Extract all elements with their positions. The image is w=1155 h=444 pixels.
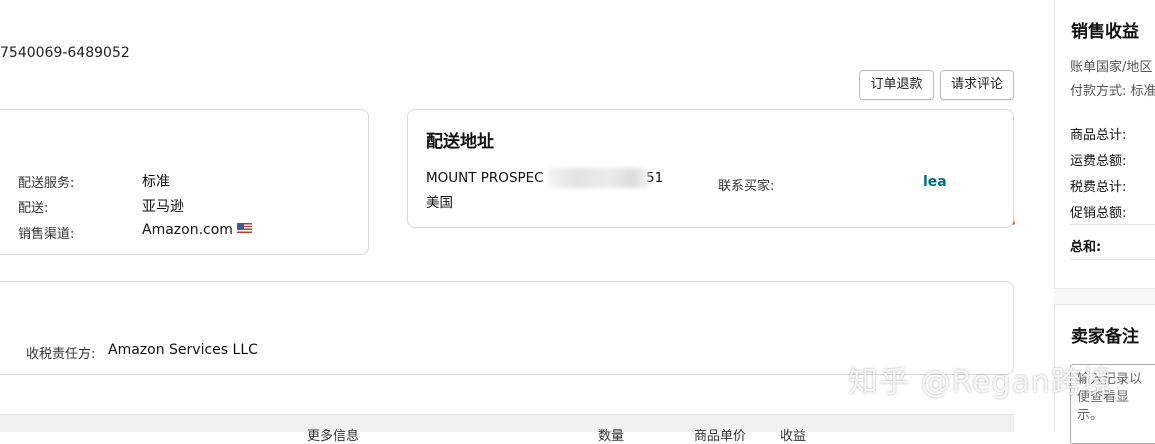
shipping-service-value: 标准 (142, 174, 170, 190)
sales-channel-text: Amazon.com (142, 222, 233, 238)
fulfillment-label: 配送: (18, 201, 49, 216)
col-more-info: 更多信息 (307, 429, 360, 444)
sales-channel-value: Amazon.com (142, 222, 252, 238)
divider (1070, 224, 1155, 225)
sales-channel-label: 销售渠道: (18, 227, 75, 242)
address-line-1-end: 51 (646, 170, 664, 186)
fulfillment-value: 亚马逊 (142, 199, 184, 215)
grand-total-label: 总和: (1070, 240, 1102, 255)
request-review-button[interactable]: 请求评论 (940, 70, 1014, 100)
watermark: 知乎 @Regan跨境 (848, 365, 1113, 400)
sales-proceeds-title: 销售收益 (1071, 22, 1139, 42)
payment-method: 付款方式: 标准 (1070, 84, 1155, 99)
address-country: 美国 (426, 195, 453, 211)
shipping-address-card: 配送地址 MOUNT PROSPEC 51 美国 联系买家: lea (407, 109, 1014, 228)
divider (1070, 259, 1155, 260)
shipping-total-label: 运费总额: (1070, 154, 1127, 169)
order-refund-button[interactable]: 订单退款 (859, 70, 934, 100)
seller-notes-title: 卖家备注 (1071, 327, 1139, 347)
tax-collector-label: 收税责任方: (26, 347, 96, 362)
col-unit-price: 商品单价 (694, 429, 747, 444)
tax-total-label: 税费总计: (1070, 180, 1127, 195)
address-line-1-start: MOUNT PROSPEC (426, 170, 544, 186)
shipping-service-label: 配送服务: (18, 176, 75, 191)
redacted-address (548, 168, 648, 188)
us-flag-icon (236, 223, 252, 233)
contact-buyer-link[interactable]: lea (923, 174, 947, 190)
col-proceeds: 收益 (780, 429, 807, 444)
contact-buyer-label: 联系买家: (718, 179, 775, 194)
col-quantity: 数量 (598, 429, 625, 444)
item-total-label: 商品总计: (1070, 128, 1127, 143)
panel-separator (1054, 288, 1155, 305)
tax-collector-value: Amazon Services LLC (108, 342, 258, 358)
shipping-info-card: 配送服务: 标准 配送: 亚马逊 销售渠道: Amazon.com (0, 109, 369, 255)
address-title: 配送地址 (426, 132, 494, 152)
order-items-table-header: 更多信息 数量 商品单价 收益 (0, 414, 1014, 444)
order-id: 7540069-6489052 (0, 45, 130, 61)
promotion-total-label: 促销总额: (1070, 206, 1127, 221)
billing-country: 账单国家/地区 (1070, 60, 1153, 75)
